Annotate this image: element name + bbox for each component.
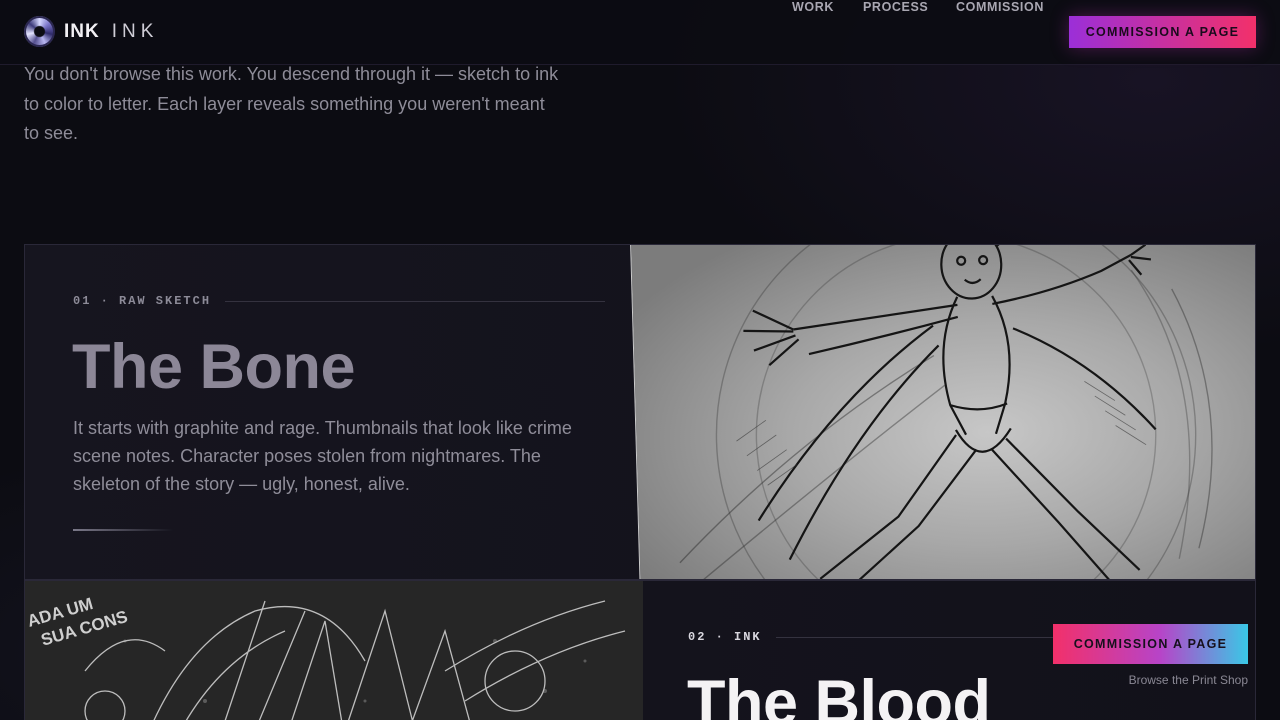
panel-title: The Bone bbox=[72, 332, 356, 402]
eyebrow-rule bbox=[775, 636, 1076, 638]
eyebrow-rule bbox=[225, 300, 606, 302]
commission-page-button[interactable]: COMMISSION A PAGE bbox=[1069, 16, 1256, 48]
panel-description: It starts with graphite and rage. Thumbn… bbox=[73, 418, 572, 494]
panel-eyebrow: 02 · INK bbox=[688, 630, 1076, 644]
floating-commission-button[interactable]: COMMISSION A PAGE bbox=[1053, 624, 1248, 664]
panel-title: The Blood bbox=[687, 668, 991, 720]
nav-link-commission[interactable]: COMMISSION bbox=[956, 0, 1044, 14]
nav-link-process[interactable]: PROCESS bbox=[863, 0, 928, 14]
spiral-logo-icon bbox=[24, 16, 55, 47]
panel-eyebrow: 01 · RAW SKETCH bbox=[73, 294, 606, 308]
print-shop-link[interactable]: Browse the Print Shop bbox=[1128, 673, 1248, 687]
nav-link-work[interactable]: WORK bbox=[792, 0, 834, 14]
intro-text: You don't browse this work. You descend … bbox=[24, 64, 559, 143]
site-header: INK INK WORK PROCESS COMMISSION COMMISSI… bbox=[0, 0, 1280, 65]
eyebrow-label: 02 · INK bbox=[688, 630, 762, 644]
logo-text-light: INK bbox=[111, 20, 159, 42]
logo-text-bold: INK bbox=[64, 20, 100, 42]
panel-accent-rule bbox=[73, 529, 173, 531]
layer-panel-sketch: 01 · RAW SKETCH The Bone It starts with … bbox=[24, 244, 1256, 580]
logo[interactable]: INK INK bbox=[24, 16, 158, 47]
eyebrow-label: 01 · RAW SKETCH bbox=[73, 294, 212, 308]
sketch-artwork-image bbox=[630, 245, 1255, 579]
ink-artwork-image: ADA UM SUA CONS bbox=[25, 581, 643, 720]
